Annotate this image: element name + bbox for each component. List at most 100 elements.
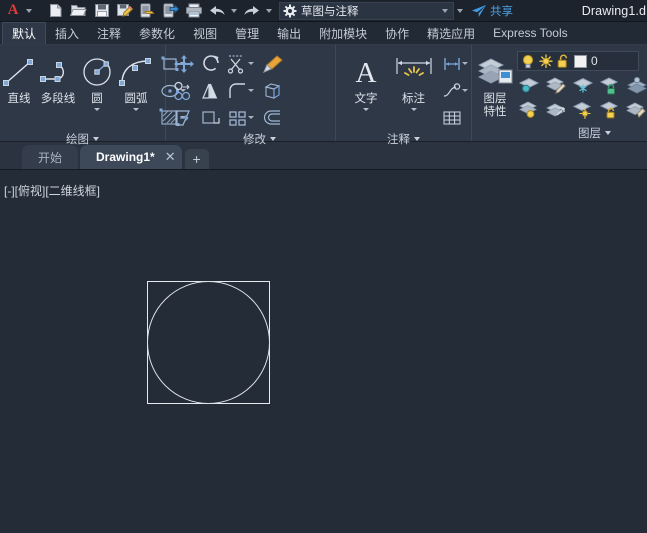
circle-shape[interactable] — [147, 281, 270, 404]
text-chevron-down-icon[interactable] — [363, 108, 369, 111]
layer-freeze-icon[interactable] — [569, 72, 596, 98]
layer-properties-button[interactable]: 图层 特性 — [475, 48, 515, 119]
panel-modify-label-row[interactable]: 修改 — [166, 131, 335, 147]
layer-match-icon[interactable] — [623, 96, 647, 122]
workspace-chevron-down-icon[interactable] — [442, 9, 448, 13]
app-logo-icon[interactable]: A — [3, 1, 23, 21]
layer-off-icon[interactable] — [515, 96, 542, 122]
panel-annotation-label: 注释 — [387, 131, 410, 147]
new-tab-plus-icon[interactable]: + — [185, 149, 209, 169]
arc-button[interactable]: 圆弧 — [116, 48, 156, 111]
tab-express-tools[interactable]: Express Tools — [484, 22, 576, 44]
scale-icon[interactable] — [197, 105, 224, 131]
gear-icon — [283, 4, 297, 18]
fillet-icon[interactable] — [224, 78, 251, 104]
text-label: 文字 — [355, 93, 378, 106]
rotate-icon[interactable] — [197, 51, 224, 77]
leader-icon[interactable] — [438, 78, 465, 104]
open-from-web-icon[interactable] — [136, 1, 159, 21]
line-button[interactable]: 直线 — [0, 48, 38, 106]
explode-icon[interactable] — [259, 78, 286, 104]
tab-start[interactable]: 开始 — [22, 145, 78, 169]
layer-color-swatch[interactable] — [574, 55, 587, 68]
leader-chevron-down-icon[interactable] — [462, 89, 468, 92]
layer-edit-icon[interactable] — [542, 72, 569, 98]
trim-chevron-down-icon[interactable] — [248, 62, 254, 65]
tab-manage[interactable]: 管理 — [226, 22, 268, 44]
undo-chevron-down-icon[interactable] — [231, 9, 237, 13]
layer-unlock-icon[interactable] — [596, 96, 623, 122]
text-button[interactable]: A 文字 — [343, 48, 389, 111]
tab-annotate[interactable]: 注释 — [88, 22, 130, 44]
tab-collaborate[interactable]: 协作 — [376, 22, 418, 44]
panel-annotation-chevron-down-icon[interactable] — [414, 137, 420, 141]
layer-merge-icon[interactable] — [623, 72, 647, 98]
drawing-canvas[interactable]: [-][俯视][二维线框] — [0, 174, 647, 533]
tab-default[interactable]: 默认 — [2, 22, 46, 44]
dimension-chevron-down-icon[interactable] — [411, 108, 417, 111]
workspace-selector[interactable]: 草图与注释 — [279, 2, 454, 20]
close-icon[interactable]: ✕ — [165, 149, 176, 165]
panel-annotation-label-row[interactable]: 注释 — [336, 131, 471, 147]
copy-icon[interactable] — [170, 78, 197, 104]
tab-output[interactable]: 输出 — [268, 22, 310, 44]
stretch-icon[interactable] — [170, 105, 197, 131]
save-as-icon[interactable] — [113, 1, 136, 21]
array-icon[interactable] — [224, 105, 251, 131]
tab-insert[interactable]: 插入 — [46, 22, 88, 44]
dimension-style-icon[interactable] — [438, 51, 465, 77]
move-icon[interactable] — [170, 51, 197, 77]
panel-draw-label-row[interactable]: 绘图 — [0, 131, 165, 147]
modify-right-icons — [259, 48, 286, 131]
layer-thaw-icon[interactable] — [569, 96, 596, 122]
circle-button[interactable]: 圆 — [78, 48, 116, 111]
viewport-label[interactable]: [-][俯视][二维线框] — [4, 182, 100, 199]
layer-lock-icon[interactable] — [596, 72, 623, 98]
ribbon-tab-bar: 默认 插入 注释 参数化 视图 管理 输出 附加模块 协作 精选应用 Expre… — [0, 22, 647, 45]
arc-chevron-down-icon[interactable] — [133, 108, 139, 111]
app-menu-chevron-down-icon[interactable] — [26, 9, 32, 13]
open-icon[interactable] — [67, 1, 90, 21]
redo-icon[interactable] — [240, 1, 263, 21]
dimension-button[interactable]: 标注 — [389, 48, 438, 111]
share-button[interactable]: 共享 — [471, 3, 513, 19]
panel-draw-chevron-down-icon[interactable] — [93, 137, 99, 141]
undo-icon[interactable] — [205, 1, 228, 21]
array-chevron-down-icon[interactable] — [248, 116, 254, 119]
panel-modify-chevron-down-icon[interactable] — [270, 137, 276, 141]
plot-icon[interactable] — [182, 1, 205, 21]
tab-drawing1[interactable]: Drawing1* ✕ — [80, 145, 182, 169]
line-label: 直线 — [8, 93, 31, 106]
panel-layers-label-row[interactable]: 图层 — [472, 124, 647, 141]
layer-isolate-icon[interactable] — [515, 72, 542, 98]
table-icon[interactable] — [438, 105, 465, 131]
redo-chevron-down-icon[interactable] — [266, 9, 272, 13]
polyline-button[interactable]: 多段线 — [38, 48, 78, 106]
save-icon[interactable] — [90, 1, 113, 21]
mirror-icon[interactable] — [197, 78, 224, 104]
layer-previous-icon[interactable] — [542, 96, 569, 122]
panel-modify-label: 修改 — [243, 131, 266, 147]
annotation-row-1 — [438, 50, 471, 77]
current-layer-control[interactable]: 0 — [517, 51, 639, 71]
circle-chevron-down-icon[interactable] — [94, 108, 100, 111]
workspace-label: 草图与注释 — [301, 3, 439, 19]
modify-right-row-1 — [259, 50, 286, 77]
panel-layers-chevron-down-icon[interactable] — [605, 131, 611, 135]
offset-icon[interactable] — [259, 105, 286, 131]
qat-customize-chevron-down-icon[interactable] — [457, 9, 463, 13]
new-icon[interactable] — [44, 1, 67, 21]
line-icon — [0, 52, 38, 92]
match-properties-icon[interactable] — [259, 51, 286, 77]
tab-view[interactable]: 视图 — [184, 22, 226, 44]
tab-featured-apps[interactable]: 精选应用 — [418, 22, 484, 44]
tab-parametric[interactable]: 参数化 — [130, 22, 184, 44]
layer-properties-label-2: 特性 — [484, 106, 507, 119]
tab-drawing1-label: Drawing1* — [96, 150, 155, 164]
fillet-chevron-down-icon[interactable] — [248, 89, 254, 92]
trim-icon[interactable] — [224, 51, 251, 77]
save-to-web-icon[interactable] — [159, 1, 182, 21]
layer-tools-row-2 — [515, 97, 647, 121]
dimension-style-chevron-down-icon[interactable] — [462, 62, 468, 65]
tab-addins[interactable]: 附加模块 — [310, 22, 376, 44]
